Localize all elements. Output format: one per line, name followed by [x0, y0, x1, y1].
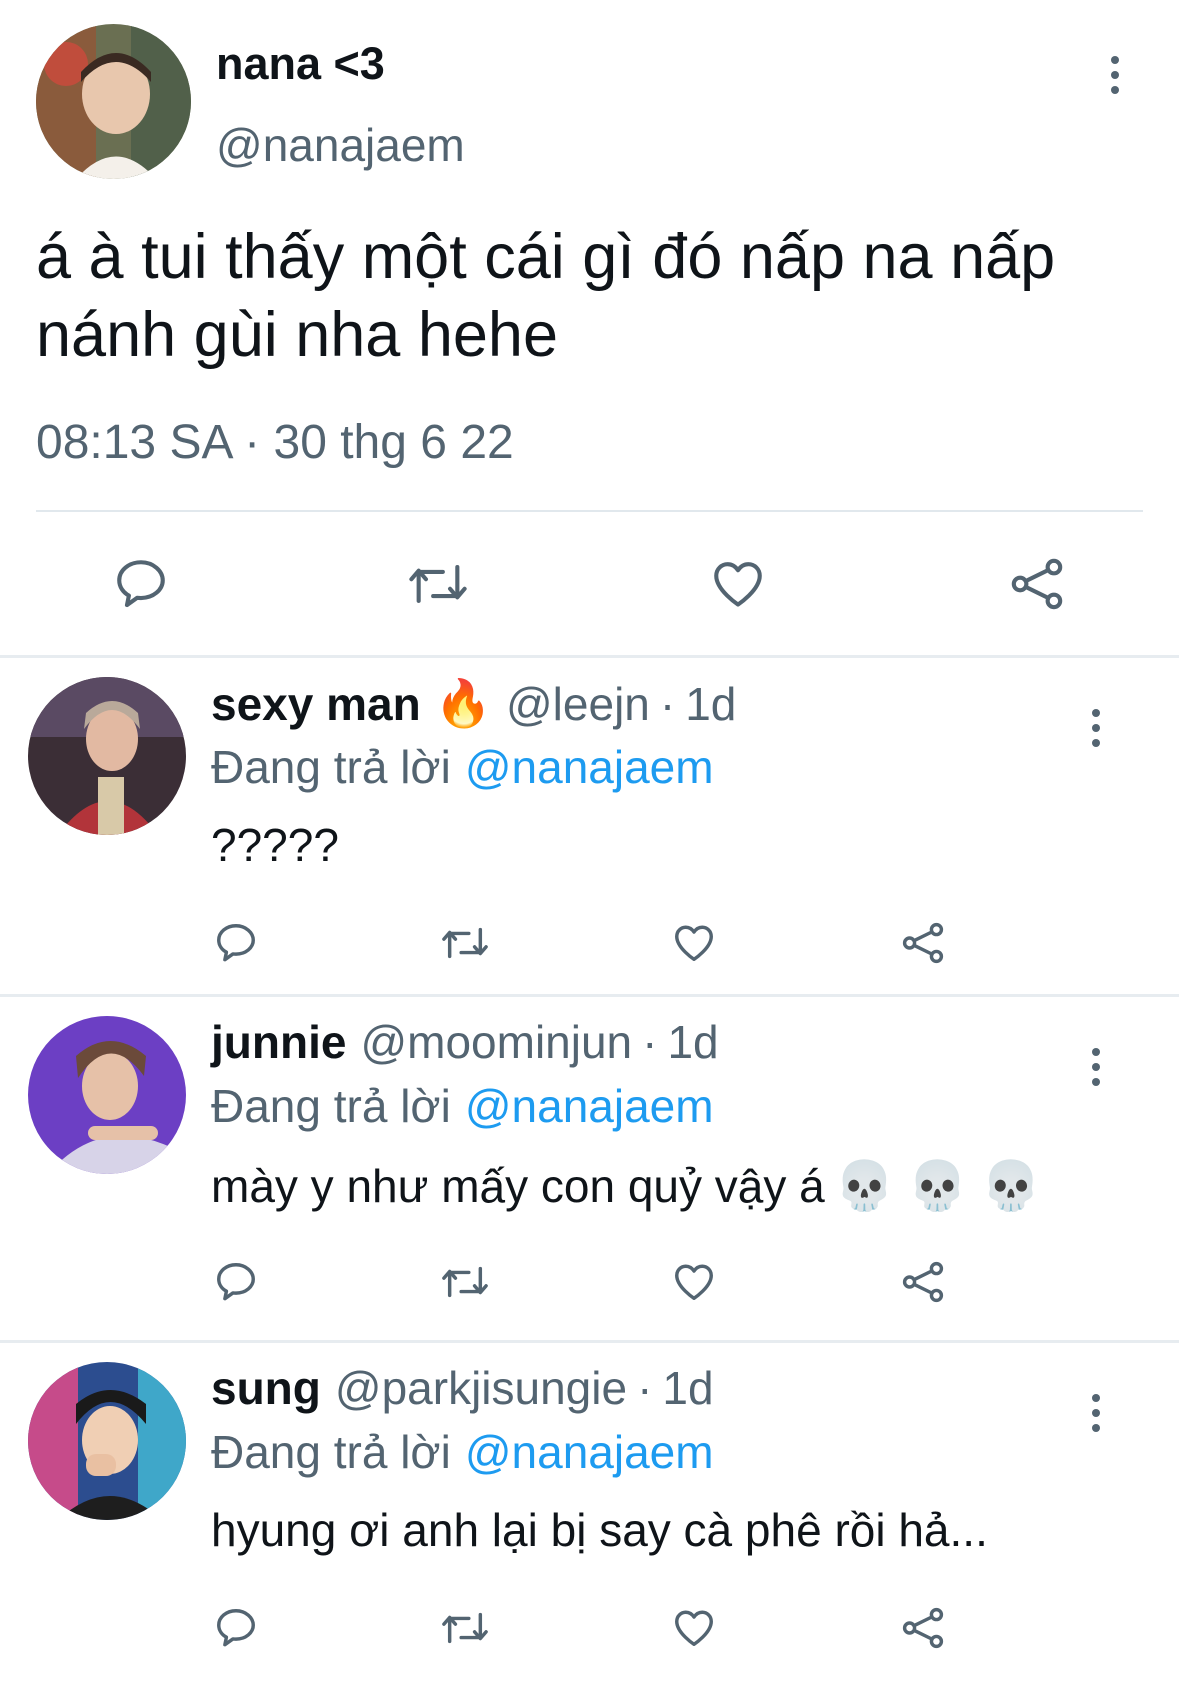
reply-age: 1d: [685, 677, 737, 730]
reply-text: hyung ơi anh lại bị say cà phê rồi hả...: [211, 1504, 988, 1556]
reply-item[interactable]: sung @parkjisungie · 1d Đang trả lời @nan…: [0, 1343, 1179, 1686]
reply-icon: [217, 1609, 255, 1647]
retweet-button[interactable]: [438, 920, 492, 966]
separator-dot: ·: [637, 1362, 653, 1414]
retweet-icon: [409, 565, 467, 603]
more-options-button[interactable]: [1076, 1037, 1116, 1097]
more-vertical-icon: [1092, 709, 1100, 717]
avatar-image: [28, 1362, 186, 1520]
display-name[interactable]: sexy man: [211, 677, 421, 731]
replying-to: Đang trả lời @nanajaem: [211, 1425, 714, 1479]
replying-to-handle[interactable]: @nanajaem: [465, 741, 714, 793]
avatar-image: [36, 24, 191, 179]
reply-age: 1d: [667, 1016, 719, 1068]
display-name[interactable]: sung: [211, 1361, 321, 1415]
reply-text-body: mày y như mấy con quỷ vậy á: [211, 1160, 825, 1212]
share-icon: [902, 1607, 944, 1649]
replying-to: Đang trả lời @nanajaem: [211, 740, 714, 794]
share-button[interactable]: [899, 1605, 947, 1651]
fire-icon: 🔥: [434, 677, 492, 729]
reply-header: sung @parkjisungie · 1d: [211, 1361, 714, 1415]
like-button[interactable]: [708, 555, 768, 613]
heart-icon: [714, 562, 762, 607]
main-tweet: nana <3 @nanajaem á à tui thấy một cái g…: [0, 0, 1179, 655]
reply-text: mày y như mấy con quỷ vậy á 💀 💀 💀: [211, 1157, 1041, 1214]
avatar-image: [28, 677, 186, 835]
avatar-image: [28, 1016, 186, 1174]
retweet-icon: [442, 1612, 488, 1644]
reply-icon: [217, 924, 255, 962]
user-handle[interactable]: @leejn: [506, 677, 650, 731]
share-icon: [1011, 558, 1063, 610]
separator-dot: ·: [659, 677, 676, 730]
avatar-sexy-man[interactable]: [28, 677, 186, 835]
reply-text: ?????: [211, 819, 339, 871]
reply-icon: [217, 1263, 255, 1301]
divider: [36, 510, 1143, 512]
avatar-sung[interactable]: [28, 1362, 186, 1520]
heart-icon: [675, 1610, 713, 1647]
reply-header: junnie @moominjun · 1d: [211, 1015, 719, 1069]
more-options-button[interactable]: [1076, 698, 1116, 758]
reply-item[interactable]: junnie @moominjun · 1d Đang trả lời @nana…: [0, 997, 1179, 1340]
retweet-button[interactable]: [438, 1605, 492, 1651]
replying-to-label: Đang trả lời: [211, 1080, 451, 1132]
display-name[interactable]: nana <3: [216, 38, 385, 90]
share-button[interactable]: [899, 1259, 947, 1305]
reply-icon: [117, 560, 165, 608]
like-button[interactable]: [670, 1605, 718, 1651]
like-button[interactable]: [670, 1259, 718, 1305]
skull-emoji-icon: 💀 💀 💀: [834, 1160, 1041, 1213]
reply-button[interactable]: [213, 1259, 259, 1305]
retweet-icon: [442, 927, 488, 959]
user-handle[interactable]: @nanajaem: [216, 118, 465, 172]
share-button[interactable]: [899, 920, 947, 966]
share-icon: [902, 1261, 944, 1303]
share-icon: [902, 922, 944, 964]
retweet-icon: [442, 1266, 488, 1298]
like-button[interactable]: [670, 920, 718, 966]
more-options-button[interactable]: [1076, 1383, 1116, 1443]
display-name[interactable]: junnie: [211, 1015, 346, 1069]
avatar-nana[interactable]: [36, 24, 191, 179]
separator-dot: ·: [642, 1016, 658, 1068]
more-options-button[interactable]: [1095, 45, 1135, 105]
retweet-button[interactable]: [438, 1259, 492, 1305]
tweet-text: á à tui thấy một cái gì đó nấp na nấp ná…: [36, 222, 1056, 370]
heart-icon: [675, 925, 713, 962]
reply-item[interactable]: sexy man 🔥 @leejn · 1d Đang trả lời @nana…: [0, 658, 1179, 1001]
reply-button[interactable]: [213, 920, 259, 966]
reply-button[interactable]: [213, 1605, 259, 1651]
replying-to-handle[interactable]: @nanajaem: [465, 1426, 714, 1478]
replying-to: Đang trả lời @nanajaem: [211, 1079, 714, 1133]
reply-age: 1d: [662, 1362, 714, 1414]
replying-to-label: Đang trả lời: [211, 741, 451, 793]
heart-icon: [675, 1264, 713, 1301]
avatar-junnie[interactable]: [28, 1016, 186, 1174]
reply-header: sexy man 🔥 @leejn · 1d: [211, 676, 736, 731]
reply-button[interactable]: [112, 555, 170, 613]
more-vertical-icon: [1092, 1394, 1100, 1402]
share-button[interactable]: [1007, 555, 1067, 613]
more-vertical-icon: [1092, 1048, 1100, 1056]
more-vertical-icon: [1111, 56, 1119, 64]
replying-to-label: Đang trả lời: [211, 1426, 451, 1478]
tweet-timestamp[interactable]: 08:13 SA · 30 thg 6 22: [36, 415, 514, 470]
user-handle[interactable]: @parkjisungie: [335, 1361, 627, 1415]
replying-to-handle[interactable]: @nanajaem: [465, 1080, 714, 1132]
retweet-button[interactable]: [405, 555, 471, 613]
user-handle[interactable]: @moominjun: [360, 1015, 632, 1069]
